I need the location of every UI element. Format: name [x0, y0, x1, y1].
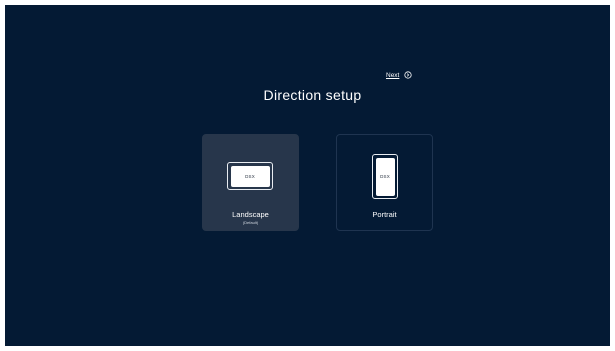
- portrait-option-card[interactable]: DSX Portrait: [336, 134, 433, 231]
- device-screen-text: DSX: [375, 157, 395, 196]
- page-title: Direction setup: [263, 87, 362, 103]
- circle-arrow-right-icon: [404, 71, 412, 79]
- next-label: Next: [386, 71, 400, 79]
- next-link[interactable]: Next: [386, 71, 412, 79]
- landscape-default-label: (Default): [242, 220, 259, 225]
- portrait-label: Portrait: [372, 210, 397, 219]
- landscape-device-icon: DSX: [227, 162, 273, 190]
- landscape-label: Landscape: [232, 210, 269, 219]
- portrait-device-icon: DSX: [372, 154, 398, 199]
- setup-screen: Next Direction setup DSX Landscape (Defa…: [5, 5, 610, 346]
- landscape-option-card[interactable]: DSX Landscape (Default): [202, 134, 299, 231]
- device-screen-text: DSX: [230, 165, 270, 187]
